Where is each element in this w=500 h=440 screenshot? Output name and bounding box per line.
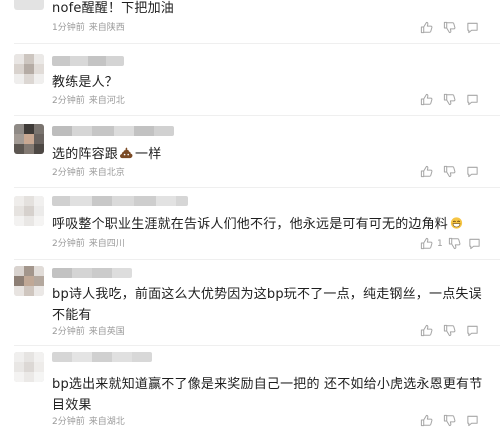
- comment-bubble-icon: [467, 325, 478, 337]
- comment-bubble-icon: [467, 22, 478, 34]
- comment-text-after: 一样: [135, 147, 162, 162]
- comment-item: nofe醒醒！下把加油 1分钟前 来自陕西: [0, 0, 500, 44]
- reply-button[interactable]: [466, 21, 479, 35]
- comment-time: 2分钟前: [52, 96, 85, 106]
- comment-location: 来自四川: [88, 239, 125, 249]
- comment-actions: [420, 165, 480, 179]
- thumb-up-icon: [420, 324, 433, 337]
- thumb-down-icon: [443, 165, 456, 178]
- comment-item: 选的阵容跟 一样 2分钟前 来自北京: [0, 116, 500, 188]
- comment-location: 来自陕西: [88, 23, 125, 33]
- comment-location: 来自北京: [88, 168, 125, 178]
- comment-time: 2分钟前: [52, 239, 85, 249]
- comment-text-body: 呼吸整个职业生涯就在告诉人们他不行，他永远是可有可无的边角料: [52, 217, 449, 232]
- avatar[interactable]: [14, 54, 44, 84]
- like-button[interactable]: [420, 324, 433, 338]
- comment-text: nofe醒醒！下把加油: [52, 1, 174, 16]
- comment-time: 2分钟前: [52, 417, 85, 427]
- thumb-down-icon: [443, 414, 456, 427]
- reply-button[interactable]: [466, 324, 479, 338]
- dislike-button[interactable]: [448, 237, 461, 251]
- thumb-up-icon: [420, 165, 433, 178]
- thumb-up-icon: [420, 93, 433, 106]
- comment-text: 选的阵容跟 一样: [52, 144, 492, 165]
- comment-bubble-icon: [469, 238, 480, 250]
- comment-location: 来自河北: [88, 96, 125, 106]
- comment-actions: 1: [420, 237, 480, 251]
- comment-actions: [420, 93, 480, 107]
- comment-meta: 2分钟前 来自四川: [52, 238, 125, 250]
- thumb-down-icon: [443, 93, 456, 106]
- comment-actions: [420, 414, 480, 428]
- thumb-down-icon: [448, 237, 461, 250]
- comment-text: bp诗人我吃，前面这么大优势因为这bp玩不了一点，纯走钢丝，一点失误不能有: [52, 287, 482, 323]
- username-blurred[interactable]: [52, 352, 152, 362]
- thumb-up-icon: [420, 237, 433, 250]
- comment-item: bp诗人我吃，前面这么大优势因为这bp玩不了一点，纯走钢丝，一点失误不能有 2分…: [0, 260, 500, 346]
- comment-text: 呼吸整个职业生涯就在告诉人们他不行，他永远是可有可无的边角料: [52, 214, 492, 235]
- like-button[interactable]: [420, 21, 433, 35]
- reply-button[interactable]: [466, 165, 479, 179]
- comment-time: 2分钟前: [52, 168, 85, 178]
- comment-meta: 2分钟前 来自河北: [52, 95, 125, 107]
- comment-time: 1分钟前: [52, 23, 85, 33]
- comment-location: 来自英国: [88, 327, 125, 337]
- username-blurred[interactable]: [52, 56, 124, 66]
- comment-meta: 2分钟前 来自湖北: [52, 416, 125, 428]
- dislike-button[interactable]: [443, 414, 456, 428]
- comment-actions: [420, 324, 480, 338]
- comment-item: 教练是人？ 2分钟前 来自河北: [0, 44, 500, 116]
- comment-meta: 1分钟前 来自陕西: [52, 22, 125, 34]
- avatar[interactable]: [14, 352, 44, 382]
- comment-time: 2分钟前: [52, 327, 85, 337]
- comment-bubble-icon: [467, 166, 478, 178]
- like-button[interactable]: [420, 414, 433, 428]
- dislike-button[interactable]: [443, 165, 456, 179]
- comment-actions: [420, 21, 480, 35]
- avatar[interactable]: [14, 196, 44, 226]
- username-blurred[interactable]: [52, 126, 174, 136]
- reply-button[interactable]: [466, 414, 479, 428]
- comment-item: 呼吸整个职业生涯就在告诉人们他不行，他永远是可有可无的边角料 2分钟前 来自四川 …: [0, 188, 500, 260]
- comment-item: bp选出来就知道赢不了像是来奖励自己一把的 还不如给小虎选永恩更有节目效果 2分…: [0, 346, 500, 440]
- like-button[interactable]: [420, 165, 433, 179]
- thumb-up-icon: [420, 21, 433, 34]
- reply-button[interactable]: [468, 237, 481, 251]
- comment-meta: 2分钟前 来自英国: [52, 326, 125, 338]
- avatar[interactable]: [14, 0, 44, 10]
- like-count: 1: [437, 239, 443, 249]
- thumb-down-icon: [443, 324, 456, 337]
- comment-meta: 2分钟前 来自北京: [52, 167, 125, 179]
- thumb-up-icon: [420, 414, 433, 427]
- username-blurred[interactable]: [52, 196, 188, 206]
- like-button[interactable]: 1: [420, 237, 443, 251]
- comment-location: 来自湖北: [88, 417, 125, 427]
- poop-emoji-icon: [120, 145, 133, 159]
- dislike-button[interactable]: [443, 21, 456, 35]
- dislike-button[interactable]: [443, 324, 456, 338]
- comment-text: bp选出来就知道赢不了像是来奖励自己一把的 还不如给小虎选永恩更有节目效果: [52, 377, 483, 413]
- username-blurred[interactable]: [52, 268, 132, 278]
- reply-button[interactable]: [466, 93, 479, 107]
- grin-emoji-icon: [450, 215, 463, 229]
- comment-bubble-icon: [467, 415, 478, 427]
- comment-text-before: 选的阵容跟: [52, 147, 119, 162]
- comment-bubble-icon: [467, 94, 478, 106]
- avatar[interactable]: [14, 124, 44, 154]
- comment-text: 教练是人？: [52, 75, 119, 90]
- like-button[interactable]: [420, 93, 433, 107]
- avatar[interactable]: [14, 266, 44, 296]
- dislike-button[interactable]: [443, 93, 456, 107]
- thumb-down-icon: [443, 21, 456, 34]
